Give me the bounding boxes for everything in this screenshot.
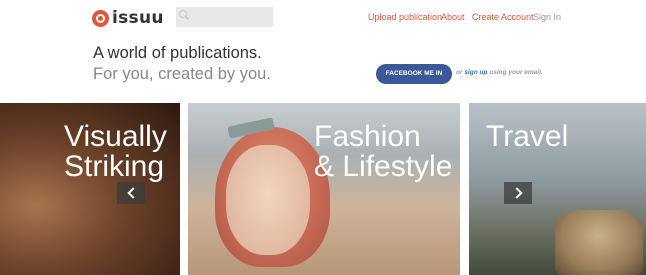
sign-up-link[interactable]: sign up xyxy=(464,69,487,76)
carousel-next-button[interactable] xyxy=(504,182,532,204)
issuu-logo-icon xyxy=(92,9,109,27)
tile-title-line1: Fashion xyxy=(314,120,421,153)
tile-title-line1: Travel xyxy=(486,120,569,153)
hero-tagline-secondary: For you, created by you. xyxy=(93,65,271,83)
upload-publication-link[interactable]: Upload publication xyxy=(368,12,442,22)
sign-in-link[interactable]: Sign In xyxy=(533,12,561,22)
email-signup-text: or sign up using your email. xyxy=(456,69,543,76)
tile-title-line2: Striking xyxy=(64,150,165,183)
signup-suffix-text: using your email. xyxy=(489,69,543,76)
about-link[interactable]: About xyxy=(441,12,465,22)
hero-tagline-primary: A world of publications. xyxy=(93,44,262,62)
signup-or-text: or xyxy=(456,69,463,76)
logo-text: issuu xyxy=(112,8,164,28)
tile-title-line2: & Lifestyle xyxy=(314,150,453,183)
top-header: issuu Upload publication About Create Ac… xyxy=(0,0,646,34)
facebook-login-button[interactable]: FACEBOOK ME IN xyxy=(376,64,452,84)
create-account-link[interactable]: Create Account xyxy=(472,12,534,22)
fashion-model-face xyxy=(226,145,310,255)
search-icon xyxy=(179,10,187,18)
travel-binoculars-image xyxy=(555,210,643,275)
issuu-logo[interactable]: issuu xyxy=(92,8,164,28)
carousel-prev-button[interactable] xyxy=(117,182,145,204)
tile-title-line1: Visually xyxy=(64,120,167,153)
search-input[interactable] xyxy=(176,7,273,27)
